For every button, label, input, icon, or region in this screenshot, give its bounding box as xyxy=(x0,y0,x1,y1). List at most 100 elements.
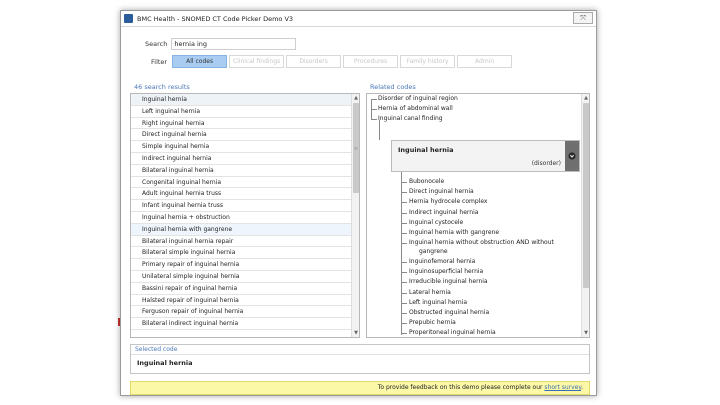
search-filter-area: Search hernia ing Filter All codes Clini… xyxy=(129,33,590,83)
feedback-text: To provide feedback on this demo please … xyxy=(377,384,543,391)
filter-label: Filter xyxy=(151,57,168,66)
child-node[interactable]: Obstructed inguinal hernia xyxy=(409,309,489,316)
child-node[interactable]: Irreducible inguinal hernia xyxy=(409,278,488,285)
child-node[interactable]: Lateral hernia xyxy=(409,289,451,296)
title-bar: BMC Health - SNOMED CT Code Picker Demo … xyxy=(121,11,596,27)
tree-connector xyxy=(401,272,407,274)
result-row[interactable]: Halsted repair of inguinal hernia xyxy=(131,295,351,307)
feedback-banner: To provide feedback on this demo please … xyxy=(130,381,590,395)
result-row[interactable]: Unilateral simple inguinal hernia xyxy=(131,271,351,283)
tree-connector xyxy=(401,282,407,284)
tree-connector xyxy=(401,172,402,335)
result-row[interactable]: Bassini repair of inguinal hernia xyxy=(131,283,351,295)
result-row[interactable]: Inguinal hernia with gangrene xyxy=(131,223,351,236)
feedback-end: . xyxy=(581,384,583,391)
filter-clinical-findings-button[interactable]: Clinical findings xyxy=(229,55,285,68)
parent-node[interactable]: Disorder of inguinal region xyxy=(378,95,458,102)
tree-connector xyxy=(401,233,407,234)
result-row[interactable]: Adult inguinal hernia truss xyxy=(131,188,351,201)
child-node[interactable]: Bubonocele xyxy=(409,178,444,185)
scroll-up-icon[interactable]: ▲ xyxy=(353,95,359,101)
selected-code-panel: Selected code Inguinal hernia xyxy=(130,344,590,374)
tree-connector xyxy=(371,109,377,110)
filter-row: Filter All codes Clinical findings Disor… xyxy=(151,55,514,68)
tree-connector xyxy=(401,312,407,314)
app-window: BMC Health - SNOMED CT Code Picker Demo … xyxy=(120,10,597,396)
scroll-up-icon[interactable]: ▲ xyxy=(583,95,589,101)
tree-connector xyxy=(401,182,407,183)
scroll-down-icon[interactable]: ▼ xyxy=(353,330,359,336)
result-row[interactable]: Left inguinal hernia xyxy=(131,106,351,118)
scroll-down-icon[interactable]: ▼ xyxy=(583,330,589,336)
result-row[interactable]: Infant inguinal hernia truss xyxy=(131,200,351,212)
result-row[interactable]: Bilateral inguinal hernia xyxy=(131,165,351,177)
filter-family-history-button[interactable]: Family history xyxy=(400,55,456,68)
result-row[interactable]: Right inguinal hernia xyxy=(131,118,351,130)
results-list: Inguinal hernia Left inguinal hernia Right… xyxy=(131,94,351,330)
result-row[interactable]: Simple inguinal hernia xyxy=(131,141,351,153)
tree-connector xyxy=(379,120,380,140)
restore-button[interactable]: ⤧ xyxy=(573,12,593,24)
result-row[interactable]: Ferguson repair of inguinal hernia xyxy=(131,306,351,319)
focus-concept-tag: (disorder) xyxy=(531,160,561,167)
tree-connector xyxy=(401,323,407,325)
app-icon xyxy=(124,14,133,23)
hierarchy-tree: Disorder of inguinal region Hernia of ab… xyxy=(367,94,581,337)
child-node[interactable]: Inguinosuperficial hernia xyxy=(409,268,483,275)
focus-concept-card: Inguinal hernia (disorder) xyxy=(391,140,580,172)
result-row[interactable]: Direct inguinal hernia xyxy=(131,129,351,142)
filter-procedures-button[interactable]: Procedures xyxy=(343,55,399,68)
parent-node[interactable]: Hernia of abdominal wall xyxy=(378,105,453,112)
expand-button[interactable] xyxy=(565,141,579,171)
child-node[interactable]: Inguinal hernia with gangrene xyxy=(409,229,499,236)
result-row[interactable]: Bilateral inguinal hernia repair xyxy=(131,236,351,248)
search-label: Search xyxy=(145,40,168,48)
tree-connector xyxy=(371,99,377,100)
tree-connector xyxy=(401,302,407,304)
result-row[interactable]: Bilateral indirect inguinal hernia xyxy=(131,318,351,330)
tree-connector xyxy=(401,292,407,294)
results-header: 46 search results xyxy=(130,81,360,93)
filter-button-group: All codes Clinical findings Disorders Pr… xyxy=(172,55,514,68)
survey-link[interactable]: short survey xyxy=(544,384,581,391)
search-input[interactable]: hernia ing xyxy=(171,38,297,50)
child-node[interactable]: Inguinal cystocele xyxy=(409,219,463,226)
window-title: BMC Health - SNOMED CT Code Picker Demo … xyxy=(137,14,294,23)
scroll-thumb[interactable] xyxy=(583,103,589,288)
child-node[interactable]: Hernia hydrocele complex xyxy=(409,198,487,205)
filter-all-codes-button[interactable]: All codes xyxy=(172,55,228,68)
result-row[interactable]: Congenital inguinal hernia xyxy=(131,177,351,189)
chevron-down-icon xyxy=(568,152,576,160)
tree-connector xyxy=(401,222,407,224)
child-node-continuation: gangrene xyxy=(419,247,448,255)
related-header: Related codes xyxy=(366,81,590,93)
tree-connector xyxy=(401,261,407,263)
result-row[interactable]: Indirect inguinal hernia xyxy=(131,153,351,165)
child-node[interactable]: Inguinofemoral hernia xyxy=(409,258,475,265)
selected-code-header: Selected code xyxy=(131,345,589,355)
result-row[interactable]: Inguinal hernia + obstruction xyxy=(131,212,351,224)
filter-disorders-button[interactable]: Disorders xyxy=(286,55,342,68)
selected-code-value: Inguinal hernia xyxy=(137,359,193,367)
results-scrollbar[interactable]: ▲ ≡ ▼ xyxy=(351,94,359,337)
child-node[interactable]: Left inguinal hernia xyxy=(409,299,467,306)
scroll-grip-icon: ≡ xyxy=(353,146,359,152)
parent-node[interactable]: Inguinal canal finding xyxy=(378,115,443,122)
search-row: Search hernia ing xyxy=(145,38,297,50)
child-node[interactable]: Inguinal hernia without obstruction AND … xyxy=(409,239,554,246)
child-node[interactable]: Properitoneal inguinal hernia xyxy=(409,329,496,336)
focus-concept-title: Inguinal hernia xyxy=(398,146,454,154)
tree-connector xyxy=(401,202,407,204)
tree-connector xyxy=(401,243,407,245)
search-results-panel: Inguinal hernia Left inguinal hernia Right… xyxy=(130,93,360,338)
related-scrollbar[interactable]: ▲ ▼ xyxy=(581,94,589,337)
result-row[interactable]: Primary repair of inguinal hernia xyxy=(131,259,351,271)
child-node[interactable]: Indirect inguinal hernia xyxy=(409,209,478,216)
child-node[interactable]: Direct inguinal hernia xyxy=(409,188,474,195)
child-node[interactable]: Prepubic hernia xyxy=(409,319,456,326)
result-row[interactable]: Bilateral simple inguinal hernia xyxy=(131,247,351,260)
tree-connector xyxy=(401,333,407,335)
result-row[interactable]: Inguinal hernia xyxy=(131,94,351,106)
filter-admin-button[interactable]: Admin xyxy=(457,55,513,68)
tree-connector xyxy=(401,192,407,194)
